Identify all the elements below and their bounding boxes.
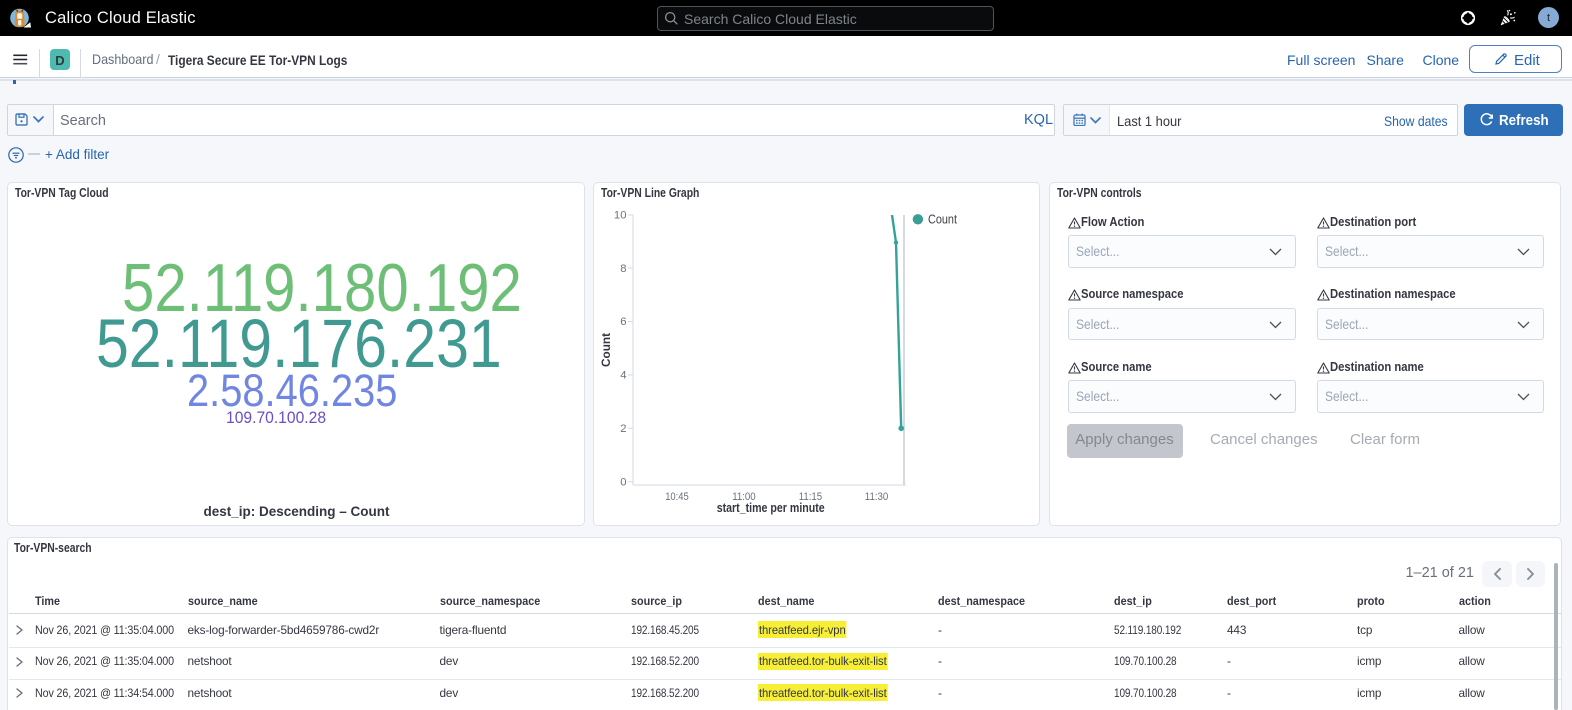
svg-text:Count: Count xyxy=(928,213,957,227)
svg-text:10: 10 xyxy=(614,210,627,222)
svg-text:start_time per minute: start_time per minute xyxy=(717,501,825,515)
svg-text:4: 4 xyxy=(620,370,626,382)
svg-text:0: 0 xyxy=(620,476,626,488)
svg-text:10:45: 10:45 xyxy=(665,491,689,503)
svg-text:Count: Count xyxy=(599,333,613,367)
svg-text:2: 2 xyxy=(620,423,626,435)
svg-text:8: 8 xyxy=(620,263,626,275)
svg-text:6: 6 xyxy=(620,316,626,328)
svg-text:11:30: 11:30 xyxy=(865,491,889,503)
